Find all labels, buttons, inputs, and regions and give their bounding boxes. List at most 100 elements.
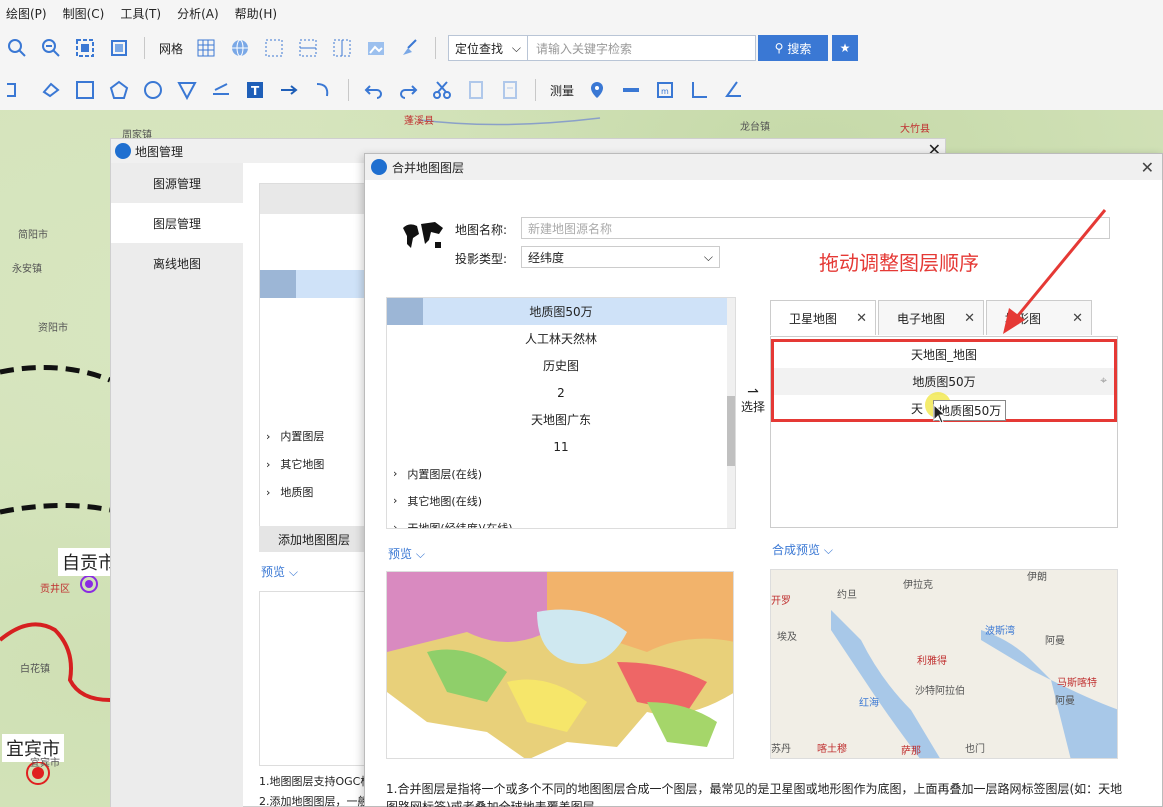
area-icon[interactable]: m bbox=[652, 77, 678, 103]
add-layer-button[interactable]: 添加地图图层 bbox=[259, 526, 369, 552]
height-icon[interactable] bbox=[686, 77, 712, 103]
tree-group[interactable]: › 天地图(经纬度)(在线) bbox=[387, 514, 735, 528]
sidebar-item-layers[interactable]: 图层管理 bbox=[111, 203, 243, 243]
sheet-grid-icon[interactable] bbox=[295, 35, 321, 61]
sidebar-item-sources[interactable]: 图源管理 bbox=[111, 163, 243, 203]
list-item[interactable]: 11 bbox=[387, 433, 735, 460]
measure-label: 测量 bbox=[550, 83, 575, 98]
broom-icon[interactable] bbox=[397, 35, 423, 61]
zoom-extent-icon[interactable] bbox=[72, 35, 98, 61]
composite-preview: 伊拉克 约旦 伊朗 开罗 埃及 波斯湾 阿曼 利雅得 沙特阿拉伯 马斯喀特 红海… bbox=[770, 569, 1118, 759]
search-input[interactable]: 请输入关键字检索 bbox=[528, 35, 757, 61]
search-button[interactable]: ⚲ 搜索 bbox=[758, 35, 829, 61]
geology-map-image bbox=[387, 572, 733, 758]
paste-icon[interactable] bbox=[497, 77, 523, 103]
map-label: 埃及 bbox=[777, 632, 797, 643]
tree-group-label: 内置图层 bbox=[280, 430, 325, 443]
select-button[interactable]: ⇀ 选择 bbox=[738, 385, 768, 415]
angle-icon[interactable] bbox=[720, 77, 746, 103]
menu-analysis[interactable]: 分析(A) bbox=[177, 5, 219, 22]
geology-preview bbox=[386, 571, 734, 759]
circle-icon[interactable] bbox=[140, 77, 166, 103]
toolbar-separator bbox=[144, 37, 145, 59]
location-pin-icon[interactable] bbox=[584, 77, 610, 103]
menu-help[interactable]: 帮助(H) bbox=[235, 5, 277, 22]
menu-tools[interactable]: 工具(T) bbox=[120, 5, 161, 22]
map-label: 白花镇 bbox=[20, 664, 50, 675]
toolbar-separator bbox=[435, 37, 437, 59]
ruler-pen-icon[interactable] bbox=[208, 77, 234, 103]
map-label: 大竹县 bbox=[900, 124, 930, 135]
layer-tree-header bbox=[260, 184, 368, 214]
image-icon[interactable] bbox=[363, 35, 389, 61]
tree-group[interactable]: › 其它地图(在线) bbox=[387, 487, 735, 514]
cut-icon[interactable] bbox=[429, 77, 455, 103]
tab-satellite[interactable]: 卫星地图 ✕ bbox=[770, 300, 876, 335]
layer-tree-selected-row[interactable] bbox=[260, 270, 368, 298]
menu-draw[interactable]: 绘图(P) bbox=[6, 5, 47, 22]
grid-icon[interactable] bbox=[193, 35, 219, 61]
list-item[interactable]: 地质图50万 bbox=[387, 298, 735, 325]
tab-electronic[interactable]: 电子地图 ✕ bbox=[878, 300, 984, 335]
close-icon[interactable]: ✕ bbox=[856, 311, 867, 326]
projection-value: 经纬度 bbox=[528, 250, 565, 265]
favorite-button[interactable]: ★ bbox=[832, 35, 859, 61]
full-extent-icon[interactable] bbox=[106, 35, 132, 61]
zoom-in-icon[interactable] bbox=[4, 35, 30, 61]
scrollbar[interactable] bbox=[727, 298, 735, 528]
app-logo-icon bbox=[371, 159, 387, 175]
curve-arrow-icon[interactable] bbox=[310, 77, 336, 103]
sidebar-item-offline[interactable]: 离线地图 bbox=[111, 243, 243, 283]
redo-icon[interactable] bbox=[395, 77, 421, 103]
map-label: 喀土穆 bbox=[817, 744, 847, 755]
map-label: 阿曼 bbox=[1045, 636, 1065, 647]
map-label: 阿曼 bbox=[1055, 696, 1075, 707]
rectangle-icon[interactable] bbox=[72, 77, 98, 103]
scrollbar-thumb[interactable] bbox=[727, 396, 735, 466]
composite-preview-label: 合成预览 bbox=[772, 543, 821, 557]
list-item-label: 地质图50万 bbox=[529, 305, 593, 319]
search-button-label: 搜索 bbox=[787, 41, 812, 56]
tab-label: 卫星地图 bbox=[789, 311, 838, 326]
tree-group[interactable]: › 内置图层(在线) bbox=[387, 460, 735, 487]
rectangle-select-icon[interactable] bbox=[4, 77, 30, 103]
search-mode-select[interactable]: 定位查找 ⌵ bbox=[448, 35, 529, 61]
list-item[interactable]: 天地图广东 bbox=[387, 406, 735, 433]
source-layer-list: 地质图50万 人工林天然林 历史图 2 天地图广东 11 › 内置图层(在线) ›… bbox=[386, 297, 736, 529]
preview-toggle[interactable]: 预览 ⌵ bbox=[261, 563, 298, 580]
list-item[interactable]: 2 bbox=[387, 379, 735, 406]
map-label: 约旦 bbox=[837, 590, 857, 601]
merge-dialog-title: 合并地图图层 bbox=[392, 160, 465, 175]
projection-select[interactable]: 经纬度 ⌵ bbox=[521, 246, 720, 268]
preview-toggle[interactable]: 预览 ⌵ bbox=[388, 545, 425, 562]
chevron-right-icon: › bbox=[266, 457, 271, 471]
tree-group[interactable]: › 内置图层 bbox=[260, 422, 368, 450]
distance-icon[interactable] bbox=[618, 77, 644, 103]
map-label: 龙台镇 bbox=[740, 122, 770, 133]
close-icon[interactable]: ✕ bbox=[964, 311, 975, 326]
polygon-icon[interactable] bbox=[106, 77, 132, 103]
utm-grid-icon[interactable] bbox=[261, 35, 287, 61]
tree-group[interactable]: › 地质图 bbox=[260, 478, 368, 506]
preview-panel bbox=[259, 591, 369, 766]
freeform-icon[interactable] bbox=[38, 77, 64, 103]
zoom-out-icon[interactable] bbox=[38, 35, 64, 61]
undo-icon[interactable] bbox=[361, 77, 387, 103]
chevron-down-icon: ⌵ bbox=[823, 543, 833, 557]
list-item[interactable]: 人工林天然林 bbox=[387, 325, 735, 352]
mgrs-grid-icon[interactable] bbox=[329, 35, 355, 61]
close-icon[interactable]: ✕ bbox=[1141, 158, 1154, 177]
text-icon[interactable]: T bbox=[242, 77, 268, 103]
select-button-label: 选择 bbox=[740, 400, 765, 414]
map-label: 萨那 bbox=[901, 746, 921, 757]
menu-cartography[interactable]: 制图(C) bbox=[63, 5, 105, 22]
tree-group-label: 其它地图 bbox=[280, 458, 325, 471]
arrow-icon[interactable] bbox=[276, 77, 302, 103]
lonlat-grid-icon[interactable] bbox=[227, 35, 253, 61]
copy-icon[interactable] bbox=[463, 77, 489, 103]
tree-group[interactable]: › 其它地图 bbox=[260, 450, 368, 478]
map-label: 马斯喀特 bbox=[1057, 678, 1097, 689]
composite-preview-toggle[interactable]: 合成预览 ⌵ bbox=[772, 541, 833, 558]
triangle-icon[interactable] bbox=[174, 77, 200, 103]
list-item[interactable]: 历史图 bbox=[387, 352, 735, 379]
